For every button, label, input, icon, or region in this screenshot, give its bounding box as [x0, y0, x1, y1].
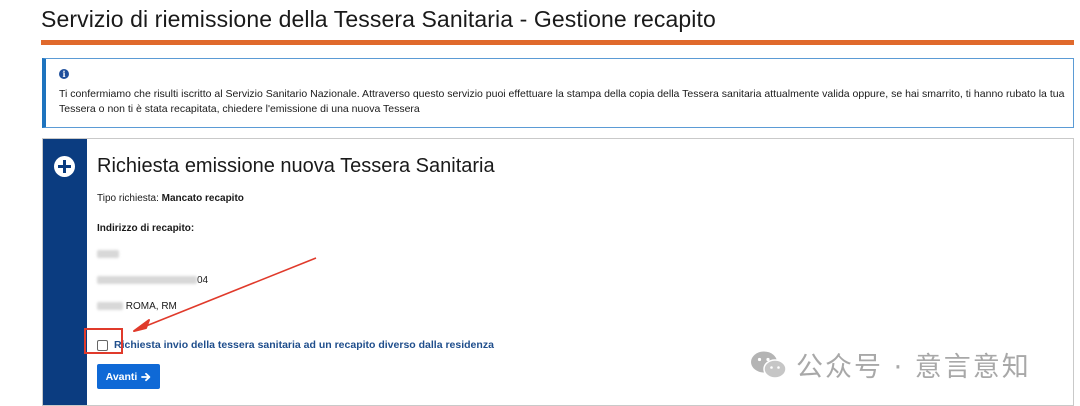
redacted-text	[97, 302, 123, 311]
info-icon: i	[59, 69, 69, 79]
redacted-text	[97, 250, 119, 259]
address-label: Indirizzo di recapito:	[97, 223, 195, 234]
watermark-text: 公众号 · 意言意知	[796, 352, 1031, 383]
page-title: Servizio di riemissione della Tessera Sa…	[41, 6, 716, 32]
avanti-button-label: Avanti	[105, 370, 138, 383]
wechat-icon	[751, 351, 787, 379]
address-line-city: ROMA, RM	[97, 301, 177, 312]
info-notice: i Ti confermiamo che risulti iscritto al…	[42, 58, 1074, 128]
annotation-highlight-box	[84, 328, 123, 354]
card-sidebar	[43, 139, 87, 405]
title-divider	[41, 40, 1074, 45]
arrow-right-icon	[141, 372, 151, 381]
info-text: Ti confermiamo che risulti iscritto al S…	[59, 88, 1065, 115]
redacted-text	[97, 276, 197, 285]
address-line-name	[97, 249, 119, 260]
request-type-value: Mancato recapito	[161, 193, 244, 204]
different-address-label[interactable]: Richiesta invio della tessera sanitaria …	[114, 339, 494, 351]
request-type-label: Tipo richiesta:	[97, 193, 162, 204]
card-title: Richiesta emissione nuova Tessera Sanita…	[97, 155, 495, 177]
plus-circle-icon	[54, 156, 75, 177]
address-line-street: 04	[97, 275, 208, 286]
avanti-button[interactable]: Avanti	[97, 364, 160, 389]
different-address-option[interactable]: Richiesta invio della tessera sanitaria …	[97, 338, 494, 352]
watermark: 公众号 · 意言意知	[750, 345, 1031, 384]
address-city-visible: ROMA, RM	[125, 301, 177, 312]
request-type: Tipo richiesta: Mancato recapito	[97, 193, 244, 204]
address-street-visible: 04	[197, 275, 209, 286]
